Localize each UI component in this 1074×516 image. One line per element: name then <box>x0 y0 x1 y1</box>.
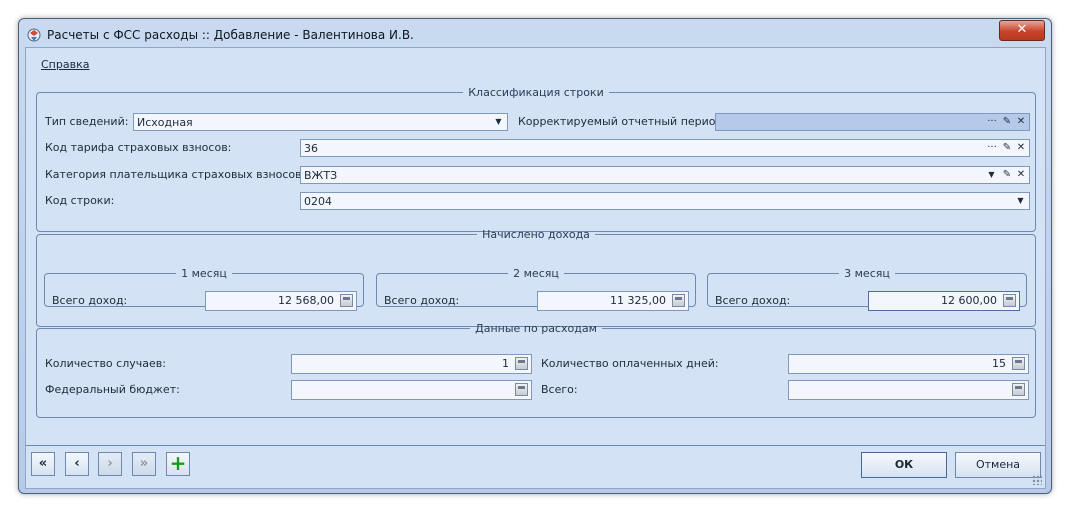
month-1-income-label: Всего доход: <box>52 294 128 307</box>
total-label: Всего: <box>541 383 578 396</box>
next-record-button[interactable]: › <box>98 452 122 476</box>
menu-help[interactable]: Справка <box>41 58 89 71</box>
month-1-group: 1 месяц Всего доход: 12 568,00 <box>44 267 364 311</box>
classification-group: Классификация строки Тип сведений: Исход… <box>36 86 1036 232</box>
month-3-income-field[interactable]: 12 600,00 <box>868 291 1020 311</box>
month-1-legend: 1 месяц <box>181 267 227 280</box>
income-legend: Начислено дохода <box>482 228 590 241</box>
row-code-label: Код строки: <box>45 194 115 207</box>
info-type-value: Исходная <box>137 116 193 129</box>
app-icon <box>27 28 41 42</box>
month-2-legend: 2 месяц <box>513 267 559 280</box>
expenses-legend: Данные по расходам <box>475 322 597 335</box>
calculator-icon[interactable] <box>515 383 528 396</box>
pick-icon[interactable]: ✎ <box>1000 141 1014 155</box>
client-area: Справка Классификация строки Тип сведени… <box>25 47 1046 489</box>
calculator-icon[interactable] <box>1012 383 1025 396</box>
corrected-period-label: Корректируемый отчетный период: <box>518 115 727 128</box>
title-bar: Расчеты с ФСС расходы :: Добавление - Ва… <box>19 19 1051 49</box>
classification-legend: Классификация строки <box>468 86 604 99</box>
cases-label: Количество случаев: <box>45 357 166 370</box>
add-record-button[interactable]: + <box>166 452 190 476</box>
close-button[interactable]: ✕ <box>999 20 1045 41</box>
dialog-window: Расчеты с ФСС расходы :: Добавление - Ва… <box>18 18 1052 494</box>
month-1-income-field[interactable]: 12 568,00 <box>205 291 357 311</box>
info-type-select[interactable]: Исходная ▼ <box>133 113 508 131</box>
cases-field[interactable]: 1 <box>291 354 532 374</box>
clear-icon[interactable]: ✕ <box>1014 141 1028 155</box>
chevron-down-icon[interactable]: ▼ <box>985 168 998 182</box>
month-3-group: 3 месяц Всего доход: 12 600,00 <box>707 267 1027 311</box>
calculator-icon[interactable] <box>1003 294 1016 307</box>
chevron-down-icon[interactable]: ▼ <box>492 115 505 129</box>
clear-icon[interactable]: ✕ <box>1014 115 1028 129</box>
month-2-income-field[interactable]: 11 325,00 <box>537 291 689 311</box>
total-field[interactable] <box>788 380 1029 400</box>
tariff-code-label: Код тарифа страховых взносов: <box>45 141 232 154</box>
calculator-icon[interactable] <box>672 294 685 307</box>
calculator-icon[interactable] <box>515 357 528 370</box>
row-code-select[interactable]: 0204 ▼ <box>300 192 1030 210</box>
tariff-code-value: 36 <box>304 142 318 155</box>
federal-budget-field[interactable] <box>291 380 532 400</box>
pick-icon[interactable]: ✎ <box>1000 115 1014 129</box>
chevron-down-icon[interactable]: ▼ <box>1014 194 1027 208</box>
paid-days-label: Количество оплаченных дней: <box>541 357 719 370</box>
month-3-income-value: 12 600,00 <box>941 294 997 307</box>
corrected-period-field[interactable]: ··· ✎ ✕ <box>715 113 1030 131</box>
paid-days-value: 15 <box>992 357 1006 370</box>
last-record-button[interactable]: » <box>132 452 156 476</box>
info-type-label: Тип сведений: <box>45 115 129 128</box>
ellipsis-icon[interactable]: ··· <box>985 115 999 129</box>
footer-separator <box>26 445 1045 446</box>
month-3-legend: 3 месяц <box>844 267 890 280</box>
month-2-income-label: Всего доход: <box>384 294 460 307</box>
cases-value: 1 <box>502 357 509 370</box>
pick-icon[interactable]: ✎ <box>1000 168 1014 182</box>
ok-button[interactable]: ОК <box>861 452 947 478</box>
payer-category-select[interactable]: ВЖТЗ ▼ ✎ ✕ <box>300 166 1030 184</box>
tariff-code-field[interactable]: 36 ··· ✎ ✕ <box>300 139 1030 157</box>
payer-category-value: ВЖТЗ <box>304 169 338 182</box>
month-2-group: 2 месяц Всего доход: 11 325,00 <box>376 267 696 311</box>
window-title: Расчеты с ФСС расходы :: Добавление - Ва… <box>47 28 414 42</box>
month-1-income-value: 12 568,00 <box>278 294 334 307</box>
ellipsis-icon[interactable]: ··· <box>985 141 999 155</box>
calculator-icon[interactable] <box>1012 357 1025 370</box>
clear-icon[interactable]: ✕ <box>1014 168 1028 182</box>
prev-record-button[interactable]: ‹ <box>65 452 89 476</box>
cancel-button[interactable]: Отмена <box>955 452 1041 478</box>
income-group: Начислено дохода 1 месяц Всего доход: 12… <box>36 228 1036 327</box>
paid-days-field[interactable]: 15 <box>788 354 1029 374</box>
payer-category-label: Категория плательщика страховых взносов: <box>45 168 306 181</box>
month-2-income-value: 11 325,00 <box>610 294 666 307</box>
calculator-icon[interactable] <box>340 294 353 307</box>
first-record-button[interactable]: « <box>31 452 55 476</box>
expenses-group: Данные по расходам Количество случаев: 1… <box>36 322 1036 418</box>
row-code-value: 0204 <box>304 195 332 208</box>
resize-grip-icon[interactable] <box>1032 475 1042 485</box>
federal-budget-label: Федеральный бюджет: <box>45 383 180 396</box>
month-3-income-label: Всего доход: <box>715 294 791 307</box>
